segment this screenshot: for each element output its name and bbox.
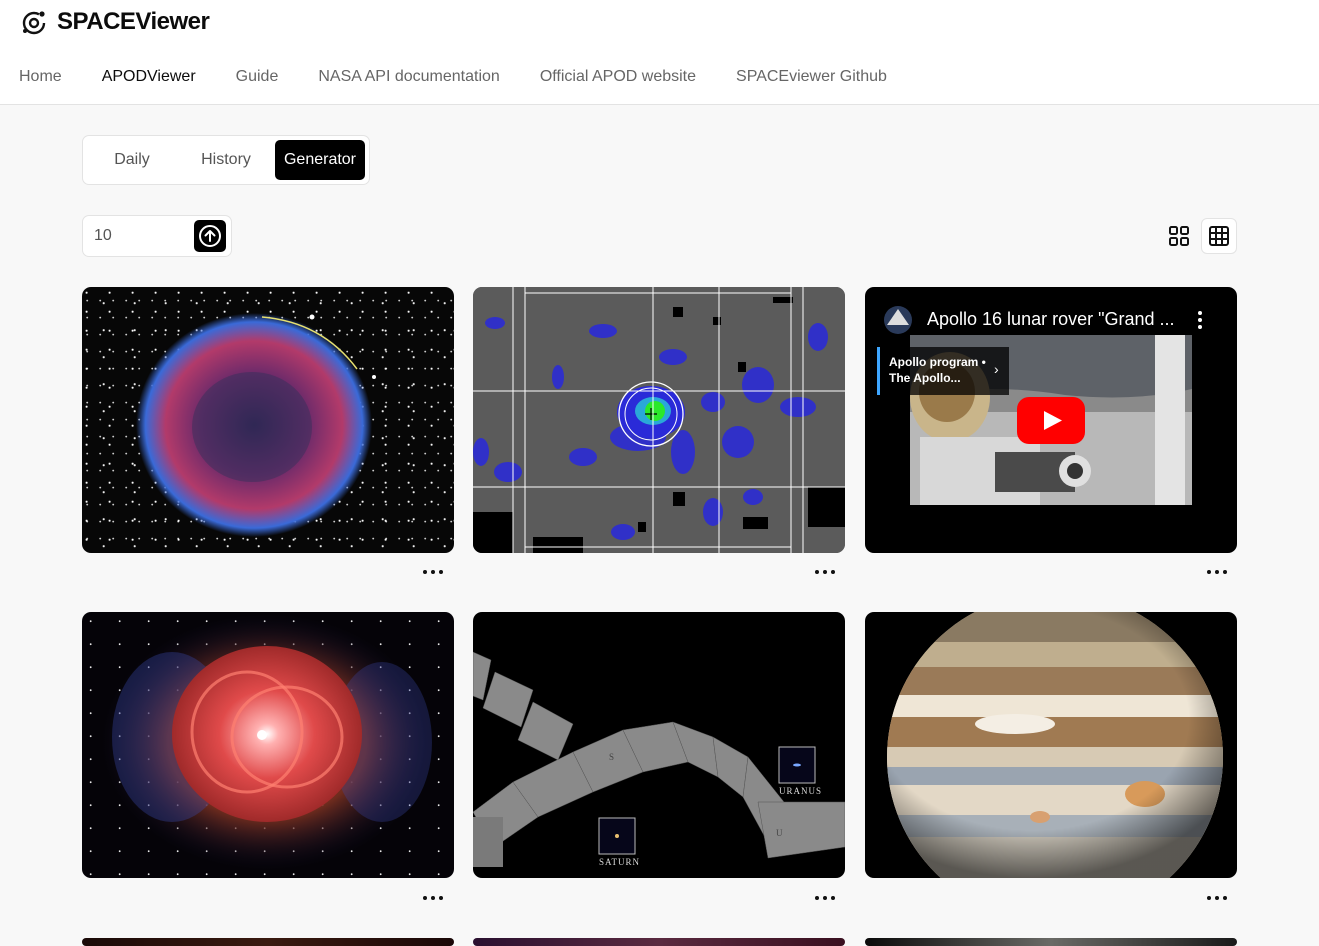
- apod-card-cats-eye-nebula[interactable]: [82, 612, 454, 878]
- grid-3x3-icon: [1209, 226, 1229, 246]
- apod-card-jupiter[interactable]: [865, 612, 1237, 878]
- chevron-right-icon: ›: [994, 361, 999, 377]
- tab-daily[interactable]: Daily: [87, 140, 177, 180]
- video-title[interactable]: Apollo 16 lunar rover "Grand ...: [927, 309, 1187, 330]
- apod-card-youtube-video[interactable]: Apollo 16 lunar rover "Grand ... Apollo …: [865, 287, 1237, 553]
- grid-large-toggle[interactable]: [1161, 218, 1197, 254]
- brand[interactable]: SPACEViewer: [19, 7, 210, 37]
- main-nav: Home APODViewer Guide NASA API documenta…: [19, 68, 887, 86]
- supernova-remnant-image: [136, 313, 376, 537]
- generate-button[interactable]: [194, 220, 226, 252]
- label-s: S: [609, 752, 615, 762]
- detector-map-image: [473, 287, 845, 553]
- playlist-panel[interactable]: Apollo program • The Apollo... ›: [877, 347, 1009, 395]
- grid-small-toggle[interactable]: [1201, 218, 1237, 254]
- apod-card-partial-1[interactable]: [82, 938, 454, 946]
- mode-tabs: Daily History Generator: [82, 135, 370, 185]
- brand-name: SPACEViewer: [57, 8, 210, 35]
- nav-official-apod[interactable]: Official APOD website: [540, 68, 696, 86]
- top-bar: SPACEViewer Home APODViewer Guide NASA A…: [0, 0, 1319, 105]
- jupiter-image: [887, 612, 1223, 878]
- apod-card-detector-map[interactable]: [473, 287, 845, 553]
- nav-nasa-api-docs[interactable]: NASA API documentation: [318, 68, 499, 86]
- playlist-line-1: Apollo program •: [889, 355, 986, 369]
- voyager-mosaic-image: [473, 651, 845, 867]
- card-5-more-button[interactable]: [813, 892, 837, 904]
- tab-generator[interactable]: Generator: [275, 140, 365, 180]
- nav-guide[interactable]: Guide: [236, 68, 279, 86]
- label-uranus: URANUS: [779, 786, 823, 796]
- count-form: [82, 215, 232, 257]
- card-4-more-button[interactable]: [421, 892, 445, 904]
- playlist-line-2: The Apollo...: [889, 371, 961, 385]
- video-menu-icon[interactable]: [1196, 311, 1204, 329]
- nav-github[interactable]: SPACEviewer Github: [736, 68, 887, 86]
- orbit-logo-icon: [22, 11, 46, 35]
- label-u: U: [776, 828, 783, 838]
- count-input[interactable]: [94, 225, 194, 247]
- apod-card-supernova-remnant[interactable]: [82, 287, 454, 553]
- apod-card-voyager-mosaic[interactable]: S U URANUS SATURN: [473, 612, 845, 878]
- grid-2x2-icon: [1169, 226, 1189, 246]
- nav-apodviewer[interactable]: APODViewer: [102, 68, 196, 86]
- youtube-play-icon[interactable]: [1017, 397, 1085, 444]
- card-6-more-button[interactable]: [1205, 892, 1229, 904]
- card-2-more-button[interactable]: [813, 566, 837, 578]
- apod-card-partial-3[interactable]: [865, 938, 1237, 946]
- arrow-up-circle-icon: [199, 225, 221, 247]
- apod-card-partial-2[interactable]: [473, 938, 845, 946]
- nav-home[interactable]: Home: [19, 68, 62, 86]
- label-saturn: SATURN: [599, 857, 641, 867]
- cats-eye-nebula-image: [102, 614, 432, 870]
- card-3-more-button[interactable]: [1205, 566, 1229, 578]
- card-1-more-button[interactable]: [421, 566, 445, 578]
- tab-history[interactable]: History: [181, 140, 271, 180]
